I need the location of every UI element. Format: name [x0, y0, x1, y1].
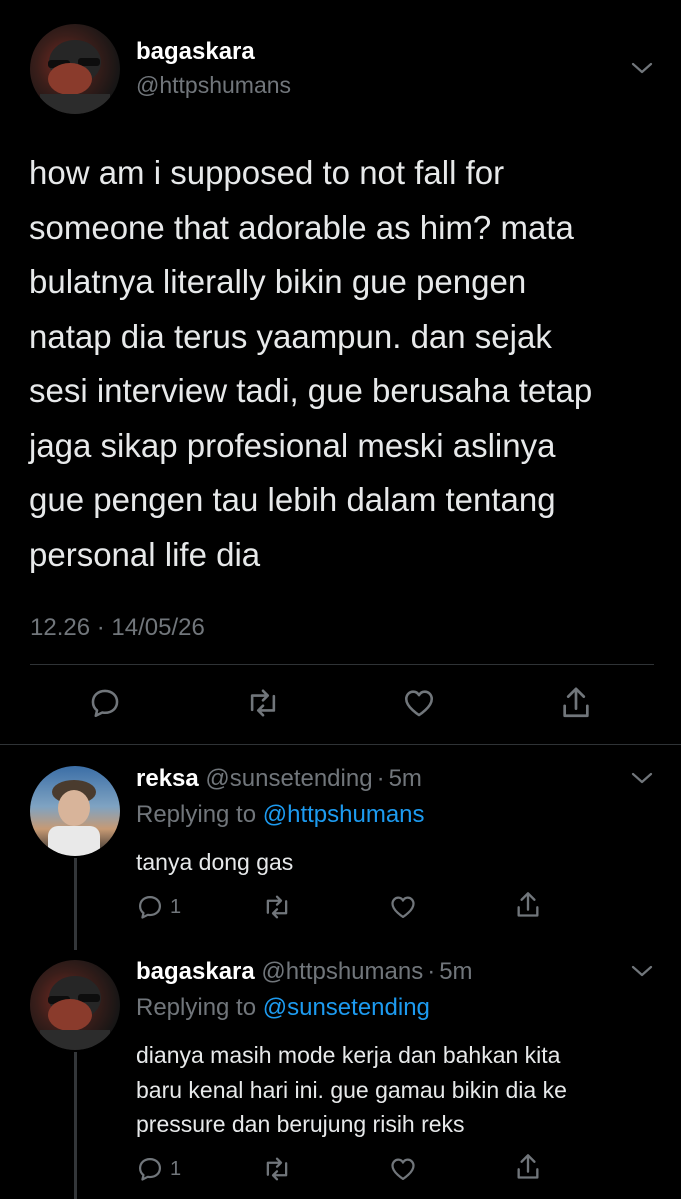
reply-text: tanya dong gas: [136, 845, 293, 879]
thread-connector: [74, 1052, 77, 1199]
share-icon[interactable]: [514, 889, 542, 921]
author-display-name[interactable]: bagaskara: [136, 38, 255, 66]
chevron-down-icon[interactable]: [630, 770, 654, 786]
thread-connector: [74, 858, 77, 950]
replying-to-link[interactable]: @httpshumans: [263, 801, 425, 828]
reply-icon: [138, 1157, 162, 1181]
avatar-art-icon: [40, 976, 110, 1050]
tweet-line: bulatnya literally bikin gue pengen: [29, 263, 527, 300]
avatar-art-icon: [40, 40, 110, 114]
tweet-line: personal life dia: [29, 535, 261, 573]
reply-display-name[interactable]: bagaskara: [136, 958, 255, 985]
separator: ·: [427, 958, 436, 985]
reply-age: 5m: [388, 765, 422, 792]
author-handle[interactable]: @httpshumans: [136, 72, 291, 99]
reply-line: dianya masih mode kerja dan bahkan kita: [136, 1042, 561, 1068]
reply-icon[interactable]: [88, 686, 122, 720]
tweet-line: someone that adorable as him? mata: [29, 208, 574, 246]
tweet-line: jaga sikap profesional meski aslinya: [29, 426, 556, 464]
retweet-icon[interactable]: [244, 686, 282, 720]
divider: [30, 664, 654, 665]
reply-header: bagaskara @httpshumans · 5m: [136, 958, 473, 986]
avatar-reksa[interactable]: [30, 766, 120, 856]
separator: ·: [376, 765, 385, 792]
tweet-line: natap dia terus yaampun. dan sejak: [29, 317, 552, 355]
reply-header: reksa @sunsetending · 5m: [136, 765, 422, 793]
heart-icon[interactable]: [388, 893, 418, 921]
reply-line: pressure dan berujung risih reks: [136, 1111, 465, 1137]
replying-to: Replying to @httpshumans: [136, 801, 425, 829]
heart-icon[interactable]: [388, 1155, 418, 1183]
reply-button[interactable]: 1: [136, 893, 181, 921]
reply-count: 1: [170, 895, 182, 918]
reply-age: 5m: [439, 958, 473, 985]
retweet-icon[interactable]: [261, 1155, 293, 1183]
reply-icon: [138, 895, 162, 919]
replying-to-link[interactable]: @sunsetending: [263, 994, 430, 1021]
tweet-line: sesi interview tadi, gue berusaha tetap: [29, 372, 593, 409]
reply-line: tanya dong gas: [136, 849, 294, 875]
reply-handle[interactable]: @sunsetending: [205, 765, 372, 792]
replying-prefix: Replying to: [136, 994, 257, 1021]
tweet-line: how am i supposed to not fall for: [29, 154, 505, 191]
replying-prefix: Replying to: [136, 801, 257, 828]
tweet-line: gue pengen tau lebih dalam tentang: [29, 481, 556, 518]
share-icon[interactable]: [559, 684, 593, 722]
reply-display-name[interactable]: reksa: [136, 765, 199, 792]
chevron-down-icon[interactable]: [630, 60, 654, 76]
replying-to: Replying to @sunsetending: [136, 994, 430, 1022]
share-icon[interactable]: [514, 1151, 542, 1183]
avatar-art-icon: [48, 780, 100, 856]
reply-count: 1: [170, 1157, 182, 1180]
reply-button[interactable]: 1: [136, 1155, 181, 1183]
reply-handle[interactable]: @httpshumans: [261, 958, 423, 985]
retweet-icon[interactable]: [261, 893, 293, 921]
reply-line: baru kenal hari ini. gue gamau bikin dia…: [136, 1076, 567, 1103]
tweet-body: how am i supposed to not fall for someon…: [29, 146, 592, 582]
tweet-timestamp[interactable]: 12.26 · 14/05/26: [30, 614, 205, 642]
avatar-bagaskara[interactable]: [30, 960, 120, 1050]
chevron-down-icon[interactable]: [630, 963, 654, 979]
avatar-bagaskara[interactable]: [30, 24, 120, 114]
heart-icon[interactable]: [401, 686, 437, 720]
divider: [0, 744, 681, 745]
reply-text: dianya masih mode kerja dan bahkan kita …: [136, 1038, 567, 1142]
